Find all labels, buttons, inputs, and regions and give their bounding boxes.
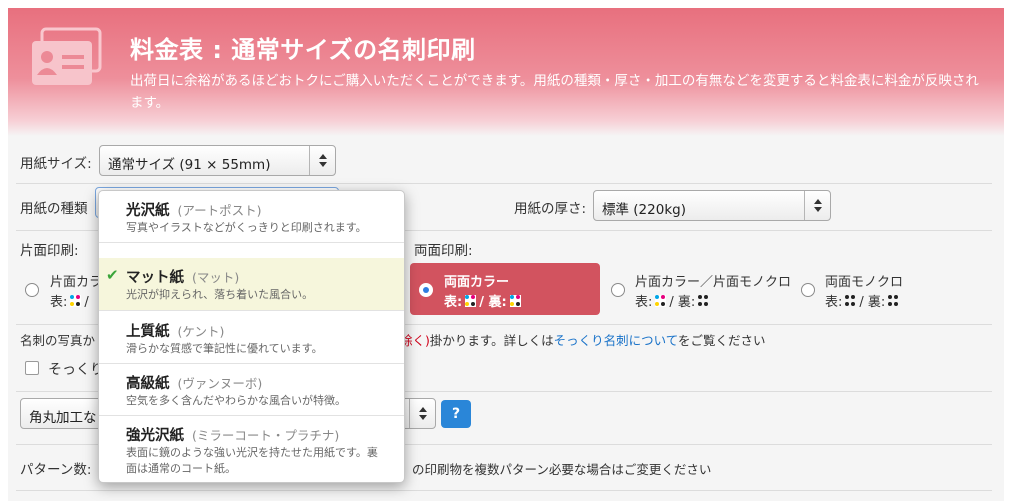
back-label: / 裏: [669,295,696,310]
item-title-text: 強光沢紙 [126,428,184,444]
paper-type-dropdown[interactable]: 光沢紙 (アートポスト) 写真やイラストなどがくっきりと印刷されます。 ✔ マット… [98,190,405,483]
front-label: 表: [50,295,68,310]
paper-size-label: 用紙サイズ: [20,156,92,172]
item-title: 上質紙 (ケント) [126,320,224,341]
pattern-count-label: パターン数: [20,462,92,478]
radio-single-color[interactable] [25,283,39,297]
item-title: マット紙 (マット) [126,266,239,287]
item-description: 写真やイラストなどがくっきりと印刷されます。 [126,221,367,234]
back-label: / 裏: [479,295,507,310]
item-subtitle: (ケント) [177,324,225,339]
note-text: 掛かります。詳しくは [429,333,554,348]
photo-note: 除く)掛かります。詳しくはそっくり名刺についてをご覧ください [400,330,766,349]
paper-thickness-label: 用紙の厚さ: [514,201,587,217]
dropdown-item-premium[interactable]: 高級紙 (ヴァンヌーボ) 空気を多く含んだやわらかな風合いが特徴。 [99,364,404,416]
dropdown-item-woodfree[interactable]: 上質紙 (ケント) 滑らかな質感で筆記性に優れています。 [99,312,404,364]
front-label: 表: [444,295,463,310]
item-subtitle: (ヴァンヌーボ) [177,376,263,391]
option-sides: 表: / 裏: [825,291,902,310]
checkmark-icon: ✔ [106,266,119,284]
option-single-color[interactable]: 片面カラー 表: / [16,263,115,315]
item-subtitle: (ミラーコート・プラチナ) [192,428,340,443]
paper-thickness-value: 標準 (220kg) [602,202,686,218]
color-ink-icon [70,295,82,307]
dropdown-item-mirror[interactable]: 強光沢紙 (ミラーコート・プラチナ) 表面に鏡のような強い光沢を持たせた用紙です。… [99,416,404,482]
divider [16,490,992,491]
page-title: 料金表 : 通常サイズの名刺印刷 [130,36,476,64]
front-label: 表: [825,295,843,310]
radio-double-color[interactable] [419,283,433,297]
front-label: 表: [635,295,653,310]
note-suffix: をご覧ください [678,333,766,348]
help-button[interactable]: ? [441,400,471,428]
radio-double-mono[interactable] [801,283,815,297]
item-title: 強光沢紙 (ミラーコート・プラチナ) [126,424,339,445]
item-subtitle: (マット) [192,270,240,285]
paper-type-label: 用紙の種類 [20,201,88,217]
color-ink-icon [655,295,667,307]
select-arrows-icon [409,399,435,428]
item-description: 滑らかな質感で筆記性に優れています。 [126,342,323,355]
item-subtitle: (アートポスト) [177,203,262,218]
item-title: 光沢紙 (アートポスト) [126,199,262,220]
divider [16,183,992,184]
header-banner: 料金表 : 通常サイズの名刺印刷 出荷日に余裕があるほどおトクにご購入いただくこ… [8,8,1004,136]
item-title-text: 高級紙 [126,376,170,392]
option-sides: 表: / [50,291,89,310]
item-description: 光沢が抑えられ、落ち着いた風合い。 [126,288,314,301]
mono-ink-icon [698,295,709,307]
page-description: 出荷日に余裕があるほどおトクにご購入いただくことができます。用紙の種類・厚さ・加… [130,73,979,111]
mono-ink-icon [845,295,856,307]
option-double-color[interactable]: 両面カラー 表: / 裏: [410,263,600,315]
sokkuri-checkbox[interactable] [25,361,39,375]
sokkuri-label: そっくり [48,362,104,378]
business-card-icon [32,27,102,85]
pattern-note: の印刷物を複数パターン必要な場合はご変更ください [412,462,712,477]
radio-color-mono[interactable] [611,283,625,297]
sokkuri-link[interactable]: そっくり名刺について [554,333,678,348]
item-title: 高級紙 (ヴァンヌーボ) [126,372,262,393]
mono-ink-icon [888,295,899,307]
option-name: 両面カラー [444,275,510,290]
item-title-text: 光沢紙 [126,203,170,219]
option-color-mono[interactable]: 片面カラー／片面モノクロ 表: / 裏: [608,263,793,315]
photo-note-prefix: 名刺の写真か [20,333,96,348]
item-title-text: 上質紙 [126,324,170,340]
option-double-mono[interactable]: 両面モノクロ 表: / 裏: [798,263,938,315]
option-name: 両面モノクロ [825,275,904,290]
option-sides: 表: / 裏: [444,291,524,310]
paper-thickness-select[interactable]: 標準 (220kg) [593,190,831,221]
item-description: 空気を多く含んだやわらかな風合いが特徴。 [126,394,346,407]
dropdown-item-gloss[interactable]: 光沢紙 (アートポスト) 写真やイラストなどがくっきりと印刷されます。 [99,191,404,243]
select-arrows-icon [804,191,830,220]
item-description: 表面に鏡のような強い光沢を持たせた用紙です。裏面は通常のコート紙。 [126,446,378,475]
option-sides: 表: / 裏: [635,291,712,310]
item-title-text: マット紙 [126,270,184,286]
paper-size-value: 通常サイズ (91 × 55mm) [108,157,271,173]
color-ink-icon [509,295,521,307]
option-name: 片面カラー／片面モノクロ [635,275,792,290]
single-side-label: 片面印刷: [20,243,79,259]
paper-size-select[interactable]: 通常サイズ (91 × 55mm) [99,145,336,176]
back-label: / 裏: [859,295,886,310]
back-label: / [84,295,89,310]
dropdown-item-matte[interactable]: ✔ マット紙 (マット) 光沢が抑えられ、落ち着いた風合い。 [99,258,404,311]
select-arrows-icon [309,146,335,175]
corner-round-value: 角丸加工な [29,410,97,426]
double-side-label: 両面印刷: [414,243,473,259]
color-ink-icon [465,295,477,307]
